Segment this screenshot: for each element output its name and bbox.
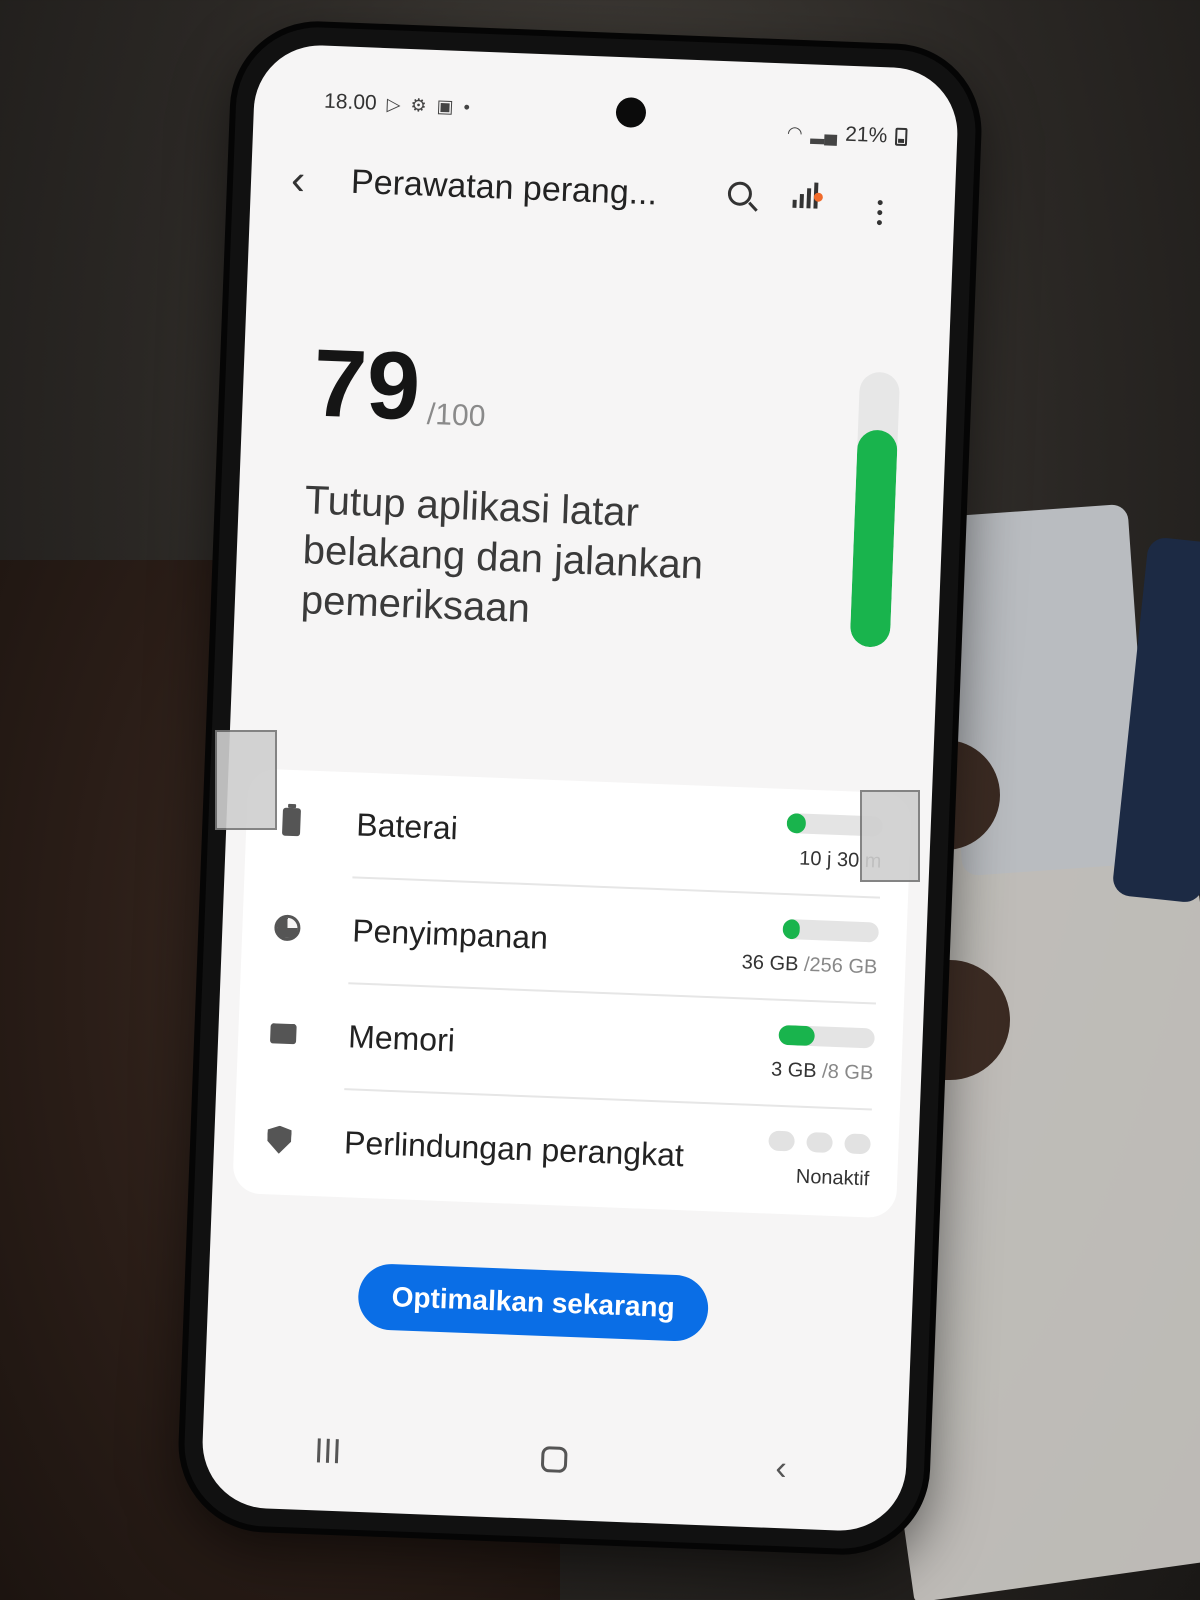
settings-icon: ⚙ (410, 94, 428, 116)
status-card: Baterai 10 j 30 m Penyimpanan 36 GB /256… (232, 768, 913, 1219)
notification-dot (813, 192, 824, 202)
protection-dots (768, 1130, 871, 1154)
score: 79 /100 (311, 329, 488, 441)
protection-status: Nonaktif (795, 1165, 870, 1190)
memory-chip-icon (269, 1023, 297, 1045)
storage-total: /256 GB (803, 953, 878, 979)
wifi-icon: ◠ (786, 121, 804, 143)
back-button[interactable]: ‹ (290, 155, 342, 205)
search-button[interactable] (704, 178, 775, 215)
home-button[interactable] (509, 1445, 600, 1474)
status-time: 18.00 (323, 89, 378, 115)
status-bar: 18.00 ▷ ⚙ ▣ • ◠ ▂▄ 21% (323, 82, 908, 147)
search-icon (727, 181, 753, 207)
home-icon (540, 1446, 568, 1473)
storage-pie-icon (273, 914, 301, 942)
more-options-button[interactable] (844, 178, 916, 227)
play-store-icon: ▷ (386, 93, 401, 115)
shield-icon (267, 1125, 292, 1154)
recents-icon (316, 1438, 339, 1464)
status-right: ◠ ▂▄ 21% (786, 120, 908, 149)
score-max: /100 (426, 397, 486, 434)
memory-used: 3 GB (770, 1058, 818, 1082)
back-icon: ‹ (774, 1448, 788, 1487)
memory-total: /8 GB (821, 1060, 874, 1084)
battery-bar-fill (786, 812, 807, 834)
storage-used: 36 GB (741, 950, 799, 976)
storage-bar (782, 918, 880, 943)
diagnostics-button[interactable] (774, 181, 845, 218)
recents-button[interactable] (282, 1437, 373, 1464)
phone-screen: 18.00 ▷ ⚙ ▣ • ◠ ▂▄ 21% ‹ Perawatan peran… (200, 43, 960, 1533)
score-gauge-fill (849, 429, 898, 648)
sticker-right (860, 790, 920, 882)
storage-bar-fill (782, 918, 801, 940)
app-bar: ‹ Perawatan perang... (290, 139, 917, 243)
battery-icon (281, 807, 302, 837)
memory-bar-fill (778, 1024, 816, 1046)
score-gauge (849, 371, 901, 648)
memory-value: 3 GB /8 GB (771, 1058, 874, 1085)
gift-icon: ▣ (436, 95, 455, 117)
nav-back-button[interactable]: ‹ (735, 1447, 826, 1489)
row-label: Perlindungan perangkat (343, 1123, 685, 1173)
row-label: Memori (347, 1017, 456, 1058)
battery-percent: 21% (844, 122, 888, 148)
row-label: Baterai (355, 805, 459, 846)
page-title: Perawatan perang... (350, 162, 658, 213)
status-left: 18.00 ▷ ⚙ ▣ • (324, 90, 471, 120)
navigation-bar: ‹ (281, 1419, 827, 1500)
memory-bar (778, 1024, 876, 1048)
row-label: Penyimpanan (351, 911, 549, 956)
status-battery-icon (894, 127, 908, 147)
phone: 18.00 ▷ ⚙ ▣ • ◠ ▂▄ 21% ‹ Perawatan peran… (181, 24, 979, 1552)
kebab-icon (876, 199, 883, 226)
score-value: 79 (311, 329, 423, 441)
sticker-left (215, 730, 277, 830)
storage-value: 36 GB /256 GB (741, 951, 877, 979)
optimize-now-button[interactable]: Optimalkan sekarang (357, 1262, 710, 1343)
score-message: Tutup aplikasi latar belakang dan jalank… (300, 478, 704, 631)
more-notifications-icon: • (463, 96, 471, 117)
signal-icon: ▂▄ (810, 122, 838, 144)
